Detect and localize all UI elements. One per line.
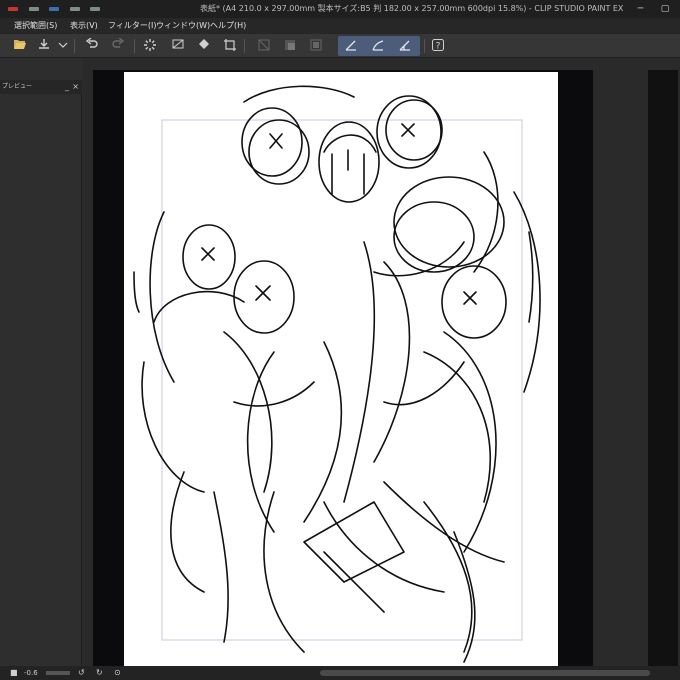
redo-icon[interactable]	[110, 37, 126, 54]
menu-view[interactable]: 表示(V)	[70, 18, 98, 34]
window-title: 表紙* (A4 210.0 x 297.00mm 製本サイズ:B5 判 182.…	[200, 4, 624, 13]
preview-panel: プレビュー _ ×	[0, 80, 82, 666]
toolbar-divider	[244, 39, 245, 53]
menu-selection[interactable]: 選択範囲(S)	[14, 18, 57, 34]
title-bar: 表紙* (A4 210.0 x 297.00mm 製本サイズ:B5 判 182.…	[0, 0, 680, 18]
canvas-gutter	[648, 70, 678, 666]
panel-title: プレビュー	[2, 83, 33, 90]
panel-header: プレビュー _ ×	[0, 80, 82, 94]
clip-studio-window: 表紙* (A4 210.0 x 297.00mm 製本サイズ:B5 判 182.…	[0, 0, 680, 680]
canvas-paper[interactable]	[124, 72, 558, 668]
app-icon[interactable]	[69, 7, 80, 11]
panel-minimize-button[interactable]: _	[65, 80, 69, 94]
navigator-icon[interactable]: ■	[10, 666, 18, 680]
status-bar: ■ -0.6 ↺ ↻ ⊙	[0, 666, 680, 680]
busy-icon[interactable]	[142, 38, 158, 54]
panel-close-button[interactable]: ×	[72, 80, 79, 94]
app-icon[interactable]	[90, 7, 101, 11]
menu-help[interactable]: ヘルプ(H)	[210, 18, 246, 34]
minimize-window-button[interactable]: ─	[629, 0, 651, 18]
rotate-left-icon[interactable]: ↺	[78, 666, 85, 680]
zoom-slider[interactable]	[46, 671, 70, 675]
frame-icon[interactable]	[308, 38, 324, 54]
help-icon[interactable]: ?	[430, 38, 446, 54]
toolbar-divider	[134, 39, 135, 53]
app-icon[interactable]	[28, 7, 39, 11]
snap-curve-icon[interactable]	[370, 38, 386, 54]
transform-icon[interactable]	[256, 38, 272, 54]
menu-window[interactable]: ウィンドウ(W)	[156, 18, 210, 34]
snap-ruler-icon[interactable]	[343, 38, 359, 54]
canvas-area[interactable]	[83, 58, 680, 670]
zoom-value[interactable]: -0.6	[24, 666, 38, 680]
menu-filter[interactable]: フィルター(I)	[108, 18, 156, 34]
sketch-drawing	[133, 85, 541, 663]
mask-icon[interactable]	[282, 38, 298, 54]
svg-text:?: ?	[436, 42, 441, 52]
window-controls: ─ ▢	[629, 0, 676, 18]
folder-open-icon[interactable]	[12, 38, 28, 54]
clear-icon[interactable]	[170, 38, 186, 54]
menu-bar: 選択範囲(S) 表示(V) フィルター(I) ウィンドウ(W) ヘルプ(H)	[0, 18, 680, 34]
snap-grid-icon[interactable]	[397, 38, 413, 54]
reset-view-icon[interactable]: ⊙	[114, 666, 121, 680]
toolbar-divider	[74, 39, 75, 53]
chevron-down-icon[interactable]	[58, 38, 68, 54]
taskbar-icons	[8, 0, 138, 11]
horizontal-scrollbar[interactable]	[320, 670, 650, 676]
app-icon[interactable]	[49, 7, 60, 11]
app-icon[interactable]	[8, 7, 18, 11]
toolbar-divider	[424, 39, 425, 53]
crop-icon[interactable]	[222, 38, 238, 54]
save-icon[interactable]	[36, 38, 52, 54]
rotate-right-icon[interactable]: ↻	[96, 666, 103, 680]
undo-icon[interactable]	[84, 37, 100, 54]
maximize-window-button[interactable]: ▢	[654, 0, 676, 18]
command-bar: ?	[0, 34, 680, 58]
fill-icon[interactable]	[196, 38, 212, 54]
